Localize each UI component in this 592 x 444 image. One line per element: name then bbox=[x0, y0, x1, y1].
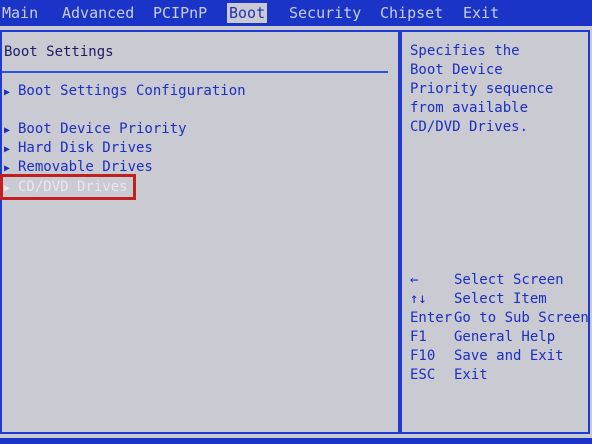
menu-item-boot-settings-configuration[interactable]: ▶ Boot Settings Configuration bbox=[4, 82, 246, 100]
menu-item-boot-device-priority[interactable]: ▶ Boot Device Priority bbox=[4, 120, 187, 138]
key-desc: General Help bbox=[454, 329, 556, 345]
tab-boot[interactable]: Boot bbox=[227, 3, 268, 23]
key-desc: Save and Exit bbox=[454, 348, 564, 364]
menu-item-label: Hard Disk Drives bbox=[18, 140, 153, 156]
key-desc: Select Item bbox=[454, 291, 547, 307]
menu-item-cd-dvd-drives[interactable]: ▶ CD/DVD Drives bbox=[0, 174, 136, 200]
boot-settings-panel: Boot Settings ▶ Boot Settings Configurati… bbox=[0, 30, 400, 434]
key-hint-sub-screen: Enter Go to Sub Screen bbox=[410, 309, 589, 328]
key-hint-exit: ESC Exit bbox=[410, 366, 488, 385]
tab-security[interactable]: Security bbox=[289, 3, 361, 23]
bottom-bar bbox=[0, 438, 592, 444]
key-enter: Enter bbox=[410, 310, 453, 326]
help-text: Specifies the Boot Device Priority seque… bbox=[410, 43, 554, 135]
arrow-right-icon: ▶ bbox=[4, 125, 11, 136]
tab-pcipnp[interactable]: PCIPnP bbox=[153, 3, 207, 23]
arrow-right-icon: ▶ bbox=[4, 183, 11, 194]
menu-item-label: Boot Settings Configuration bbox=[18, 83, 246, 99]
arrow-right-icon: ▶ bbox=[4, 163, 11, 174]
key-hint-select-item: ↑↓ Select Item bbox=[410, 290, 547, 309]
key-desc: Go to Sub Screen bbox=[454, 310, 589, 326]
key-hint-save-exit: F10 Save and Exit bbox=[410, 347, 564, 366]
key-desc: Exit bbox=[454, 367, 488, 383]
help-panel: Specifies the Boot Device Priority seque… bbox=[400, 30, 590, 434]
section-divider bbox=[2, 71, 388, 73]
key-f1: F1 bbox=[410, 329, 427, 345]
tab-chipset[interactable]: Chipset bbox=[380, 3, 443, 23]
key-arrow-left-icon: ← bbox=[410, 272, 419, 288]
menu-bar: Main Advanced PCIPnP Boot Security Chips… bbox=[0, 0, 592, 26]
menu-item-label: Boot Device Priority bbox=[18, 121, 187, 137]
key-hint-general-help: F1 General Help bbox=[410, 328, 555, 347]
tab-main[interactable]: Main bbox=[2, 3, 38, 23]
key-hint-select-screen: ← Select Screen bbox=[410, 271, 564, 290]
menu-item-label: CD/DVD Drives bbox=[18, 179, 128, 195]
key-desc: Select Screen bbox=[454, 272, 564, 288]
arrow-right-icon: ▶ bbox=[4, 87, 11, 98]
section-title: Boot Settings bbox=[4, 44, 114, 60]
key-arrow-updown-icon: ↑↓ bbox=[410, 291, 427, 307]
menu-item-removable-drives[interactable]: ▶ Removable Drives bbox=[4, 158, 153, 176]
tab-advanced[interactable]: Advanced bbox=[62, 3, 134, 23]
key-esc: ESC bbox=[410, 367, 436, 383]
tab-exit[interactable]: Exit bbox=[463, 3, 499, 23]
arrow-right-icon: ▶ bbox=[4, 144, 11, 155]
menu-item-hard-disk-drives[interactable]: ▶ Hard Disk Drives bbox=[4, 139, 153, 157]
key-f10: F10 bbox=[410, 348, 436, 364]
menu-item-label: Removable Drives bbox=[18, 159, 153, 175]
